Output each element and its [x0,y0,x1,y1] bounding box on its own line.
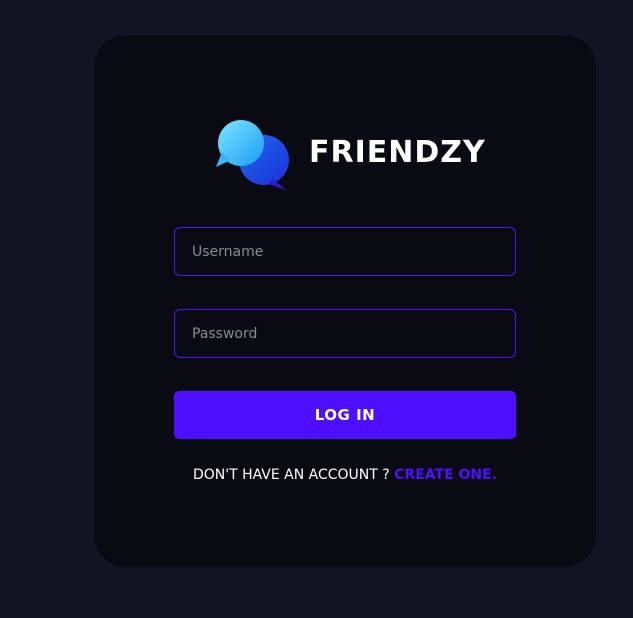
password-input[interactable] [174,309,516,358]
create-account-link[interactable]: CREATE ONE. [394,467,497,483]
signup-prompt: DON'T HAVE AN ACCOUNT ? CREATE ONE. [94,467,596,483]
brand-name: FRIENDZY [309,135,486,170]
chat-bubbles-icon [216,120,289,190]
signup-prompt-text: DON'T HAVE AN ACCOUNT ? [192,467,395,483]
login-card: FRIENDZY LOG IN DON'T HAVE AN ACCOUNT ? … [94,35,596,567]
username-input[interactable] [174,227,516,276]
brand: FRIENDZY [216,120,485,192]
login-button[interactable]: LOG IN [174,391,516,439]
